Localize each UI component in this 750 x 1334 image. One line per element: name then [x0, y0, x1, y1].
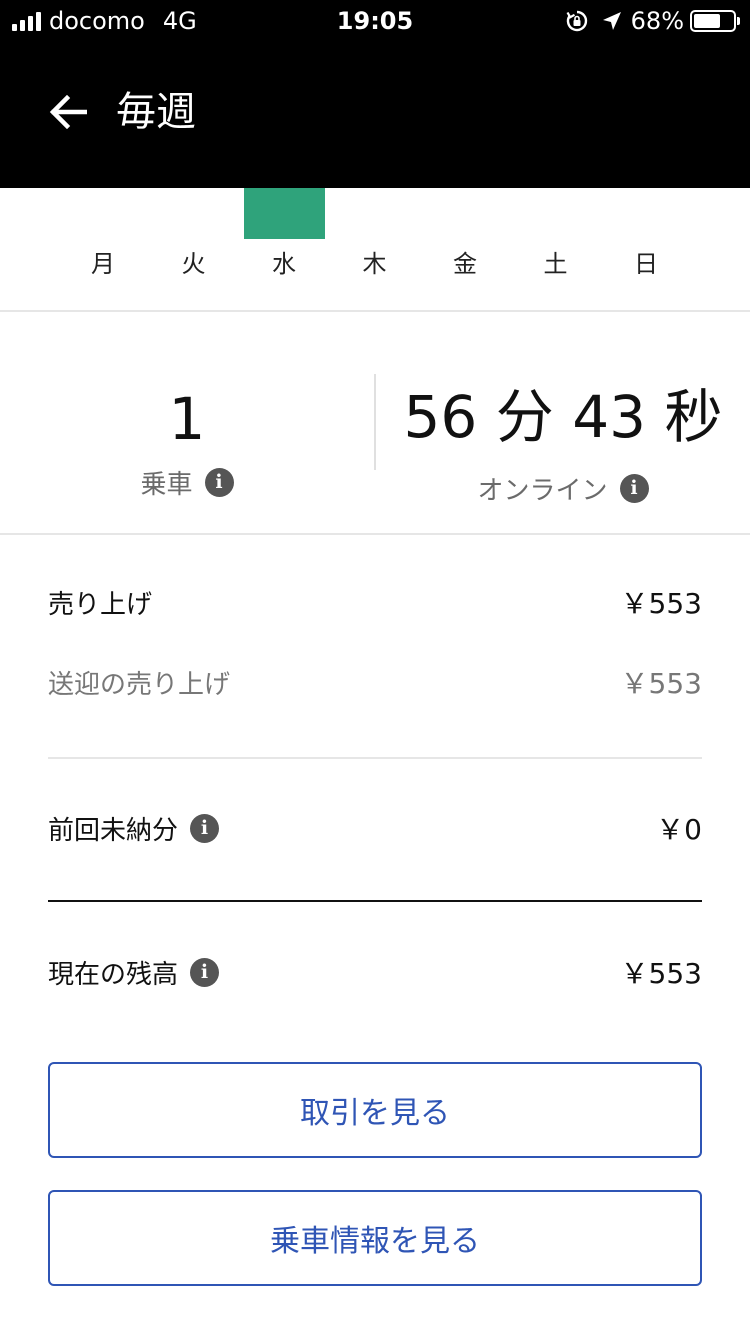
- pickup-sales-row: 送迎の売り上げ ￥553: [48, 662, 702, 702]
- day-bar[interactable]: [243, 188, 325, 239]
- stats-section: 1 乗車 i 56 分 43 秒 オンライン i: [0, 312, 750, 535]
- sales-label: 売り上げ: [48, 589, 153, 620]
- battery-icon: [690, 10, 740, 32]
- rotation-lock-icon: [565, 9, 589, 33]
- online-time: 56 分 43 秒: [403, 383, 723, 451]
- day-label[interactable]: 土: [516, 248, 596, 280]
- current-balance-value: ￥553: [620, 957, 702, 990]
- status-right: 68%: [565, 6, 740, 36]
- rides-info-icon[interactable]: i: [204, 467, 234, 497]
- balance-divider: [48, 900, 702, 902]
- app-header: 毎週: [0, 40, 750, 188]
- rides-count: 1: [168, 385, 206, 453]
- view-transactions-button[interactable]: 取引を見る: [48, 1062, 702, 1158]
- current-balance-row: 現在の残高 i ￥553: [48, 952, 702, 992]
- day-label[interactable]: 火: [154, 248, 234, 280]
- online-info-icon[interactable]: i: [619, 473, 649, 503]
- previous-unpaid-value: ￥0: [656, 813, 702, 846]
- pickup-sales-label: 送迎の売り上げ: [48, 669, 231, 700]
- day-label[interactable]: 金: [425, 248, 505, 280]
- view-rides-button[interactable]: 乗車情報を見る: [48, 1190, 702, 1286]
- sales-row: 売り上げ ￥553: [48, 582, 702, 622]
- status-bar: docomo 4G 19:05 68%: [0, 0, 750, 40]
- current-balance-label: 現在の残高: [48, 959, 179, 990]
- rides-label-row: 乗車 i: [0, 462, 374, 502]
- earnings-divider: [48, 757, 702, 759]
- previous-unpaid-label-group: 前回未納分 i: [48, 810, 220, 847]
- previous-unpaid-row: 前回未納分 i ￥0: [48, 808, 702, 848]
- previous-unpaid-info-icon[interactable]: i: [190, 813, 220, 843]
- back-arrow-icon: [49, 95, 87, 129]
- day-label[interactable]: 水: [244, 248, 324, 280]
- battery-percent: 68%: [630, 7, 684, 35]
- previous-unpaid-label: 前回未納分: [48, 815, 179, 846]
- sales-value: ￥553: [620, 587, 702, 620]
- battery-fill: [694, 14, 720, 28]
- day-label[interactable]: 日: [606, 248, 686, 280]
- pickup-sales-value: ￥553: [620, 667, 702, 700]
- rides-label: 乗車: [140, 469, 193, 500]
- current-balance-label-group: 現在の残高 i: [48, 954, 220, 991]
- location-arrow-icon: [601, 10, 623, 32]
- weekly-bar-chart: 月火水木金土日: [0, 188, 750, 312]
- page-title: 毎週: [116, 89, 196, 135]
- current-balance-info-icon[interactable]: i: [190, 957, 220, 987]
- online-label-row: オンライン i: [376, 468, 750, 508]
- back-button[interactable]: [40, 84, 96, 140]
- online-label: オンライン: [477, 475, 608, 506]
- day-label[interactable]: 月: [63, 248, 143, 280]
- day-label[interactable]: 木: [335, 248, 415, 280]
